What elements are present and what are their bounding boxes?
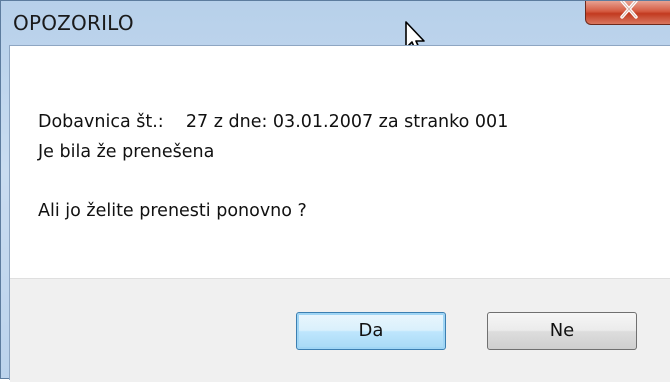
title-bar[interactable]: OPOZORILO bbox=[1, 1, 670, 45]
dialog-content: Dobavnica št.: 27 z dne: 03.01.2007 za s… bbox=[9, 45, 670, 382]
message-line-question: Ali jo želite prenesti ponovno ? bbox=[38, 201, 307, 221]
close-icon bbox=[620, 1, 638, 19]
yes-button[interactable]: Da bbox=[296, 312, 446, 350]
message-line-status: Je bila že prenešena bbox=[38, 142, 215, 162]
no-button[interactable]: Ne bbox=[487, 312, 637, 350]
dialog-window: OPOZORILO Dobavnica št.: 27 z dne: 03.01… bbox=[0, 0, 670, 382]
button-bar: Da Ne bbox=[10, 278, 670, 382]
close-button[interactable] bbox=[585, 1, 670, 25]
dialog-title: OPOZORILO bbox=[13, 11, 134, 35]
message-line-document: Dobavnica št.: 27 z dne: 03.01.2007 za s… bbox=[38, 112, 509, 132]
